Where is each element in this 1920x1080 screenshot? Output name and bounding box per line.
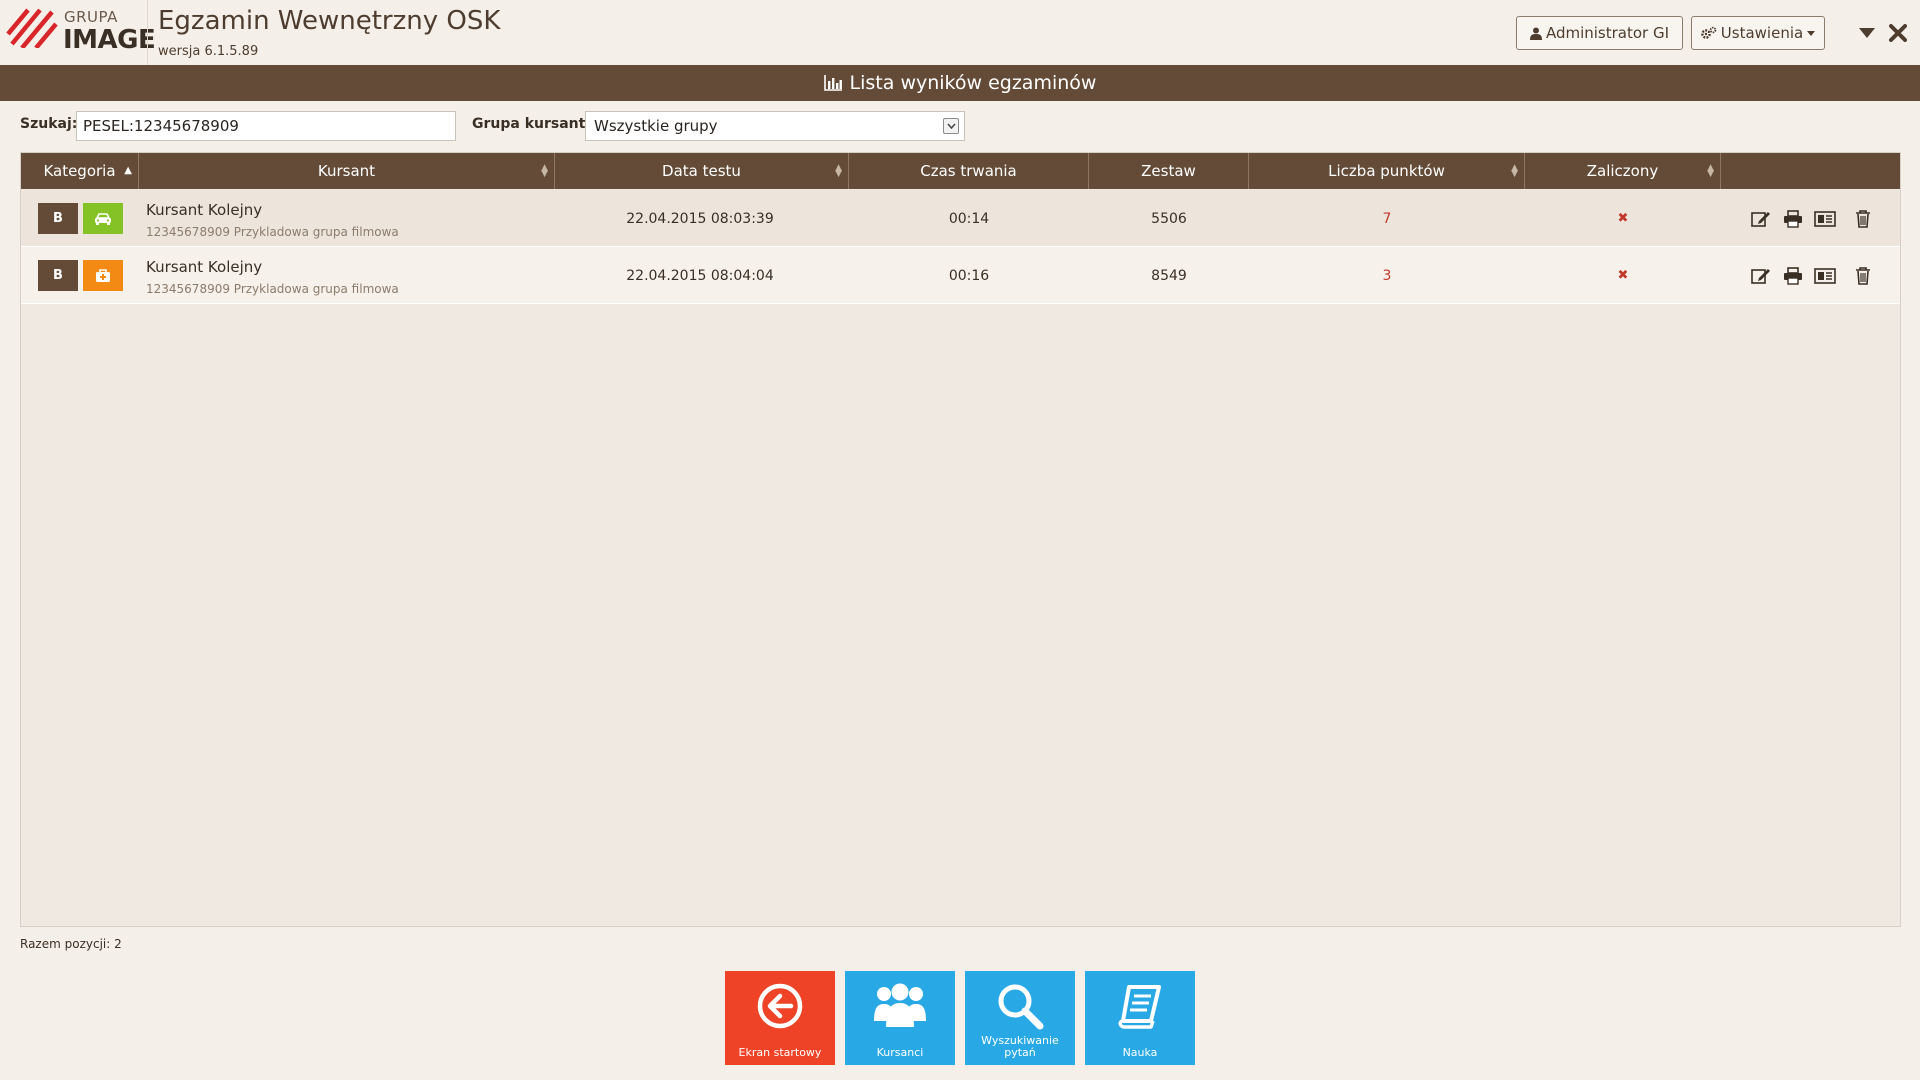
table-header: Kategoria ▲ Kursant ▲ ▼ Data testu ▲ ▼ Cza…: [21, 153, 1900, 189]
settings-dropdown-button[interactable]: Ustawienia: [1691, 16, 1825, 50]
search-label: Szukaj:: [20, 116, 78, 132]
first-aid-kit-icon: [83, 260, 123, 291]
learning-tile[interactable]: Nauka: [1085, 971, 1195, 1065]
grupa-image-logo: GRUPA IMAGE: [6, 8, 156, 55]
student-name: Kursant Kolejny: [146, 201, 263, 219]
column-header-date[interactable]: Data testu ▲ ▼: [555, 153, 849, 189]
test-set: 8549: [1151, 267, 1187, 284]
sort-icon: ▲ ▼: [1511, 163, 1518, 179]
row-actions: [1749, 265, 1875, 287]
home-screen-tile[interactable]: Ekran startowy: [725, 971, 835, 1065]
failed-icon: ✖: [1617, 268, 1629, 283]
group-select-value: Wszystkie grupy: [594, 117, 718, 135]
test-set: 5506: [1151, 210, 1187, 227]
test-date: 22.04.2015 08:04:04: [626, 267, 774, 284]
minimize-down-icon[interactable]: [1852, 18, 1882, 48]
column-header-actions: [1721, 153, 1900, 189]
question-search-tile[interactable]: Wyszukiwanie pytań: [965, 971, 1075, 1065]
column-header-duration[interactable]: Czas trwania: [849, 153, 1089, 189]
sort-asc-icon: ▲: [124, 165, 132, 176]
column-header-category[interactable]: Kategoria ▲: [21, 153, 139, 189]
magnifier-icon: [965, 981, 1075, 1031]
logo-text-image: IMAGE: [63, 25, 156, 55]
student-pesel-group: 12345678909 Przykladowa grupa filmowa: [146, 225, 399, 239]
column-header-passed[interactable]: Zaliczony ▲ ▼: [1525, 153, 1721, 189]
group-label: Grupa kursanta:: [472, 116, 601, 132]
learning-tile-label: Nauka: [1122, 1046, 1158, 1059]
sort-icon: ▲ ▼: [541, 163, 548, 179]
table-row[interactable]: B Kursant Kolejny 12345678909 Przykladow…: [21, 247, 1900, 304]
home-tile-label: Ekran startowy: [738, 1046, 822, 1059]
gears-icon: [1700, 26, 1717, 39]
students-tile[interactable]: Kursanci: [845, 971, 955, 1065]
header-divider: [147, 0, 148, 65]
column-header-set[interactable]: Zestaw: [1089, 153, 1249, 189]
category-badge: B: [38, 260, 78, 291]
user-icon: [1529, 27, 1542, 40]
column-header-student[interactable]: Kursant ▲ ▼: [139, 153, 555, 189]
logo-text-grupa: GRUPA: [64, 8, 118, 26]
page-title: Lista wyników egzaminów: [849, 72, 1097, 94]
book-icon: [1085, 981, 1195, 1031]
caret-down-icon: [1807, 30, 1816, 36]
results-table: Kategoria ▲ Kursant ▲ ▼ Data testu ▲ ▼ Cza…: [20, 152, 1901, 927]
search-input[interactable]: [76, 111, 456, 141]
test-duration: 00:14: [948, 210, 990, 227]
print-icon[interactable]: [1781, 265, 1805, 287]
page-title-bar: Lista wyników egzaminów: [0, 65, 1920, 101]
test-date: 22.04.2015 08:03:39: [626, 210, 774, 227]
sort-icon: ▲ ▼: [835, 163, 842, 179]
student-pesel-group: 12345678909 Przykladowa grupa filmowa: [146, 282, 399, 296]
app-version: wersja 6.1.5.89: [158, 44, 259, 59]
students-tile-label: Kursanci: [876, 1046, 924, 1059]
edit-icon[interactable]: [1749, 265, 1773, 287]
settings-label: Ustawienia: [1720, 24, 1804, 42]
preview-icon[interactable]: [1813, 265, 1837, 287]
chevron-down-icon[interactable]: [943, 118, 959, 134]
sort-icon: ▲ ▼: [1707, 163, 1714, 179]
student-name: Kursant Kolejny: [146, 258, 263, 276]
user-account-button[interactable]: Administrator GI: [1516, 16, 1683, 50]
trash-icon[interactable]: [1851, 208, 1875, 230]
car-icon: [83, 203, 123, 234]
preview-icon[interactable]: [1813, 208, 1837, 230]
close-icon[interactable]: [1883, 18, 1913, 48]
app-header: GRUPA IMAGE Egzamin Wewnętrzny OSK wersj…: [0, 0, 1920, 65]
test-points: 3: [1382, 267, 1392, 284]
users-icon: [845, 981, 955, 1031]
test-duration: 00:16: [948, 267, 990, 284]
trash-icon[interactable]: [1851, 265, 1875, 287]
app-title: Egzamin Wewnętrzny OSK: [158, 6, 501, 36]
user-account-label: Administrator GI: [1545, 24, 1670, 42]
category-badge: B: [38, 203, 78, 234]
group-select[interactable]: Wszystkie grupy: [585, 111, 965, 141]
bar-chart-icon: [823, 75, 842, 91]
failed-icon: ✖: [1617, 211, 1629, 226]
total-count: Razem pozycji: 2: [20, 937, 122, 951]
back-arrow-icon: [725, 981, 835, 1031]
table-row[interactable]: B Kursant Kolejny 12345678909 Przykladow…: [21, 190, 1900, 247]
print-icon[interactable]: [1781, 208, 1805, 230]
logo-stripes-icon: [6, 8, 58, 50]
question-search-tile-label: Wyszukiwanie pytań: [981, 1034, 1059, 1059]
edit-icon[interactable]: [1749, 208, 1773, 230]
test-points: 7: [1382, 210, 1392, 227]
row-actions: [1749, 208, 1875, 230]
column-header-points[interactable]: Liczba punktów ▲ ▼: [1249, 153, 1525, 189]
